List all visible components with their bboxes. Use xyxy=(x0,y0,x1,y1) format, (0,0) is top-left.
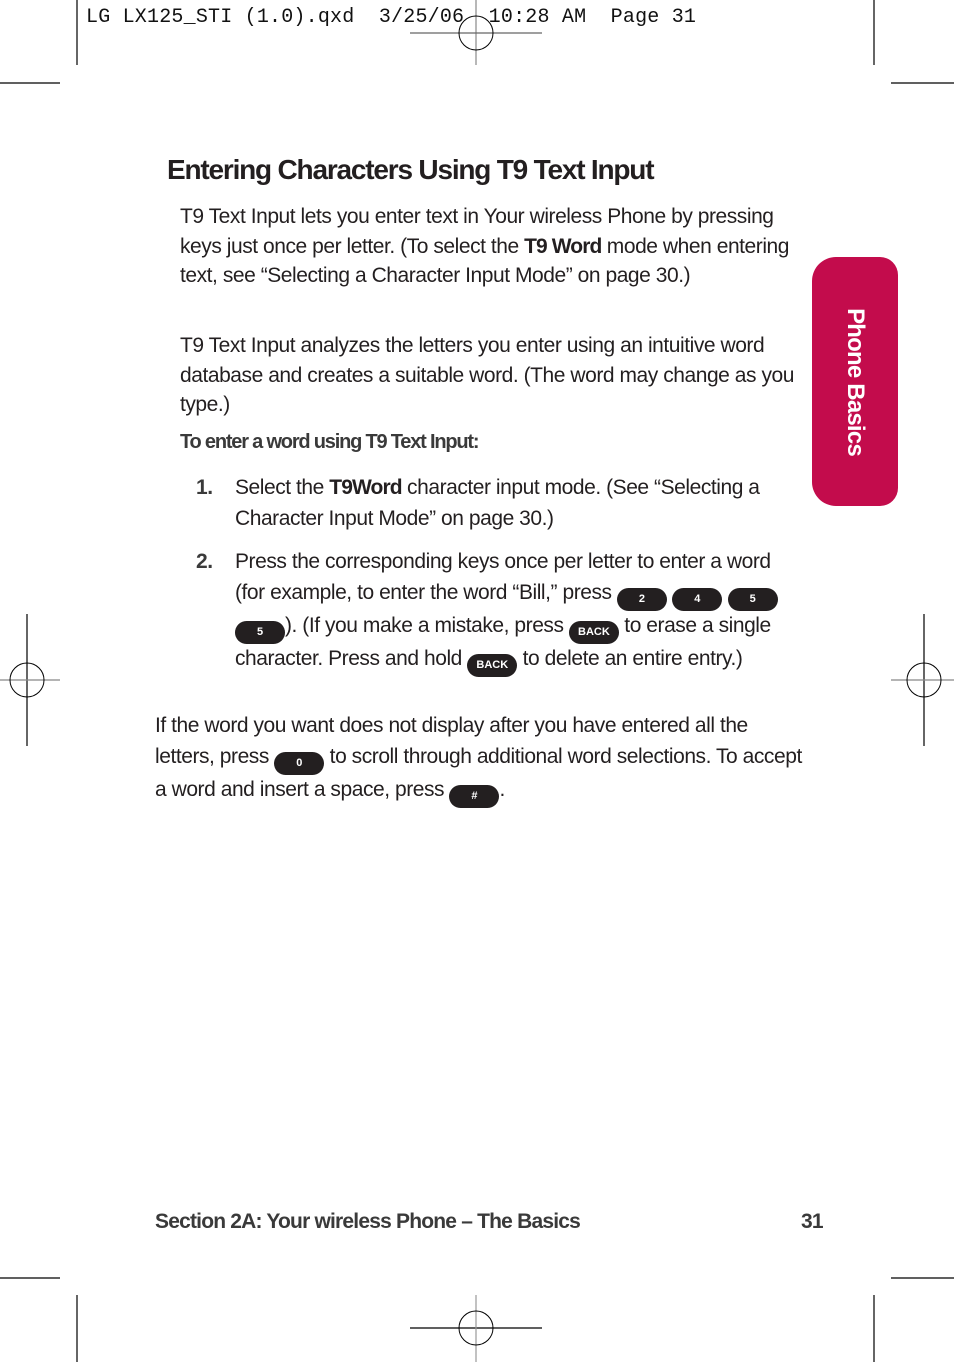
intro-paragraph: T9 Text Input lets you enter text in You… xyxy=(180,202,800,291)
page-number: 31 xyxy=(801,1210,824,1233)
key-5-icon: 5 xyxy=(235,620,285,644)
section-side-tab: Phone Basics xyxy=(812,257,898,506)
registration-circle xyxy=(458,1310,494,1346)
procedure-subheading: To enter a word using T9 Text Input: xyxy=(180,431,479,453)
step-text: to delete an entire entry.) xyxy=(517,646,743,670)
t9-word-mode-label: T9 Word xyxy=(524,234,602,258)
registration-circle xyxy=(906,662,942,698)
footer-section-title: Section 2A: Your wireless Phone – The Ba… xyxy=(155,1210,581,1233)
closing-text: . xyxy=(499,777,505,801)
step-body: Select the T9Word character input mode. … xyxy=(235,473,800,534)
closing-paragraph: If the word you want does not display af… xyxy=(155,711,805,808)
step-number: 2. xyxy=(196,550,213,573)
step-text: Select the xyxy=(235,476,330,499)
key-hash-icon: # xyxy=(449,784,500,808)
back-key-icon: BACK xyxy=(467,653,518,677)
step-text: ). (If you make a mistake, press xyxy=(285,613,569,637)
key-0-icon: 0 xyxy=(274,751,325,775)
back-key-icon: BACK xyxy=(568,620,619,644)
key-2-icon: 2 xyxy=(616,587,667,611)
step-number: 1. xyxy=(196,476,213,499)
print-slug-line: LG LX125_STI (1.0).qxd 3/25/06 10:28 AM … xyxy=(86,6,697,29)
page-title: Entering Characters Using T9 Text Input xyxy=(167,154,655,185)
key-5-icon: 5 xyxy=(727,587,778,611)
step-body: Press the corresponding keys once per le… xyxy=(235,547,800,677)
registration-circle xyxy=(9,662,45,698)
key-4-icon: 4 xyxy=(672,587,723,611)
analysis-paragraph: T9 Text Input analyzes the letters you e… xyxy=(180,334,794,416)
t9word-mode-label: T9Word xyxy=(329,476,402,499)
side-tab-label: Phone Basics xyxy=(842,307,869,456)
